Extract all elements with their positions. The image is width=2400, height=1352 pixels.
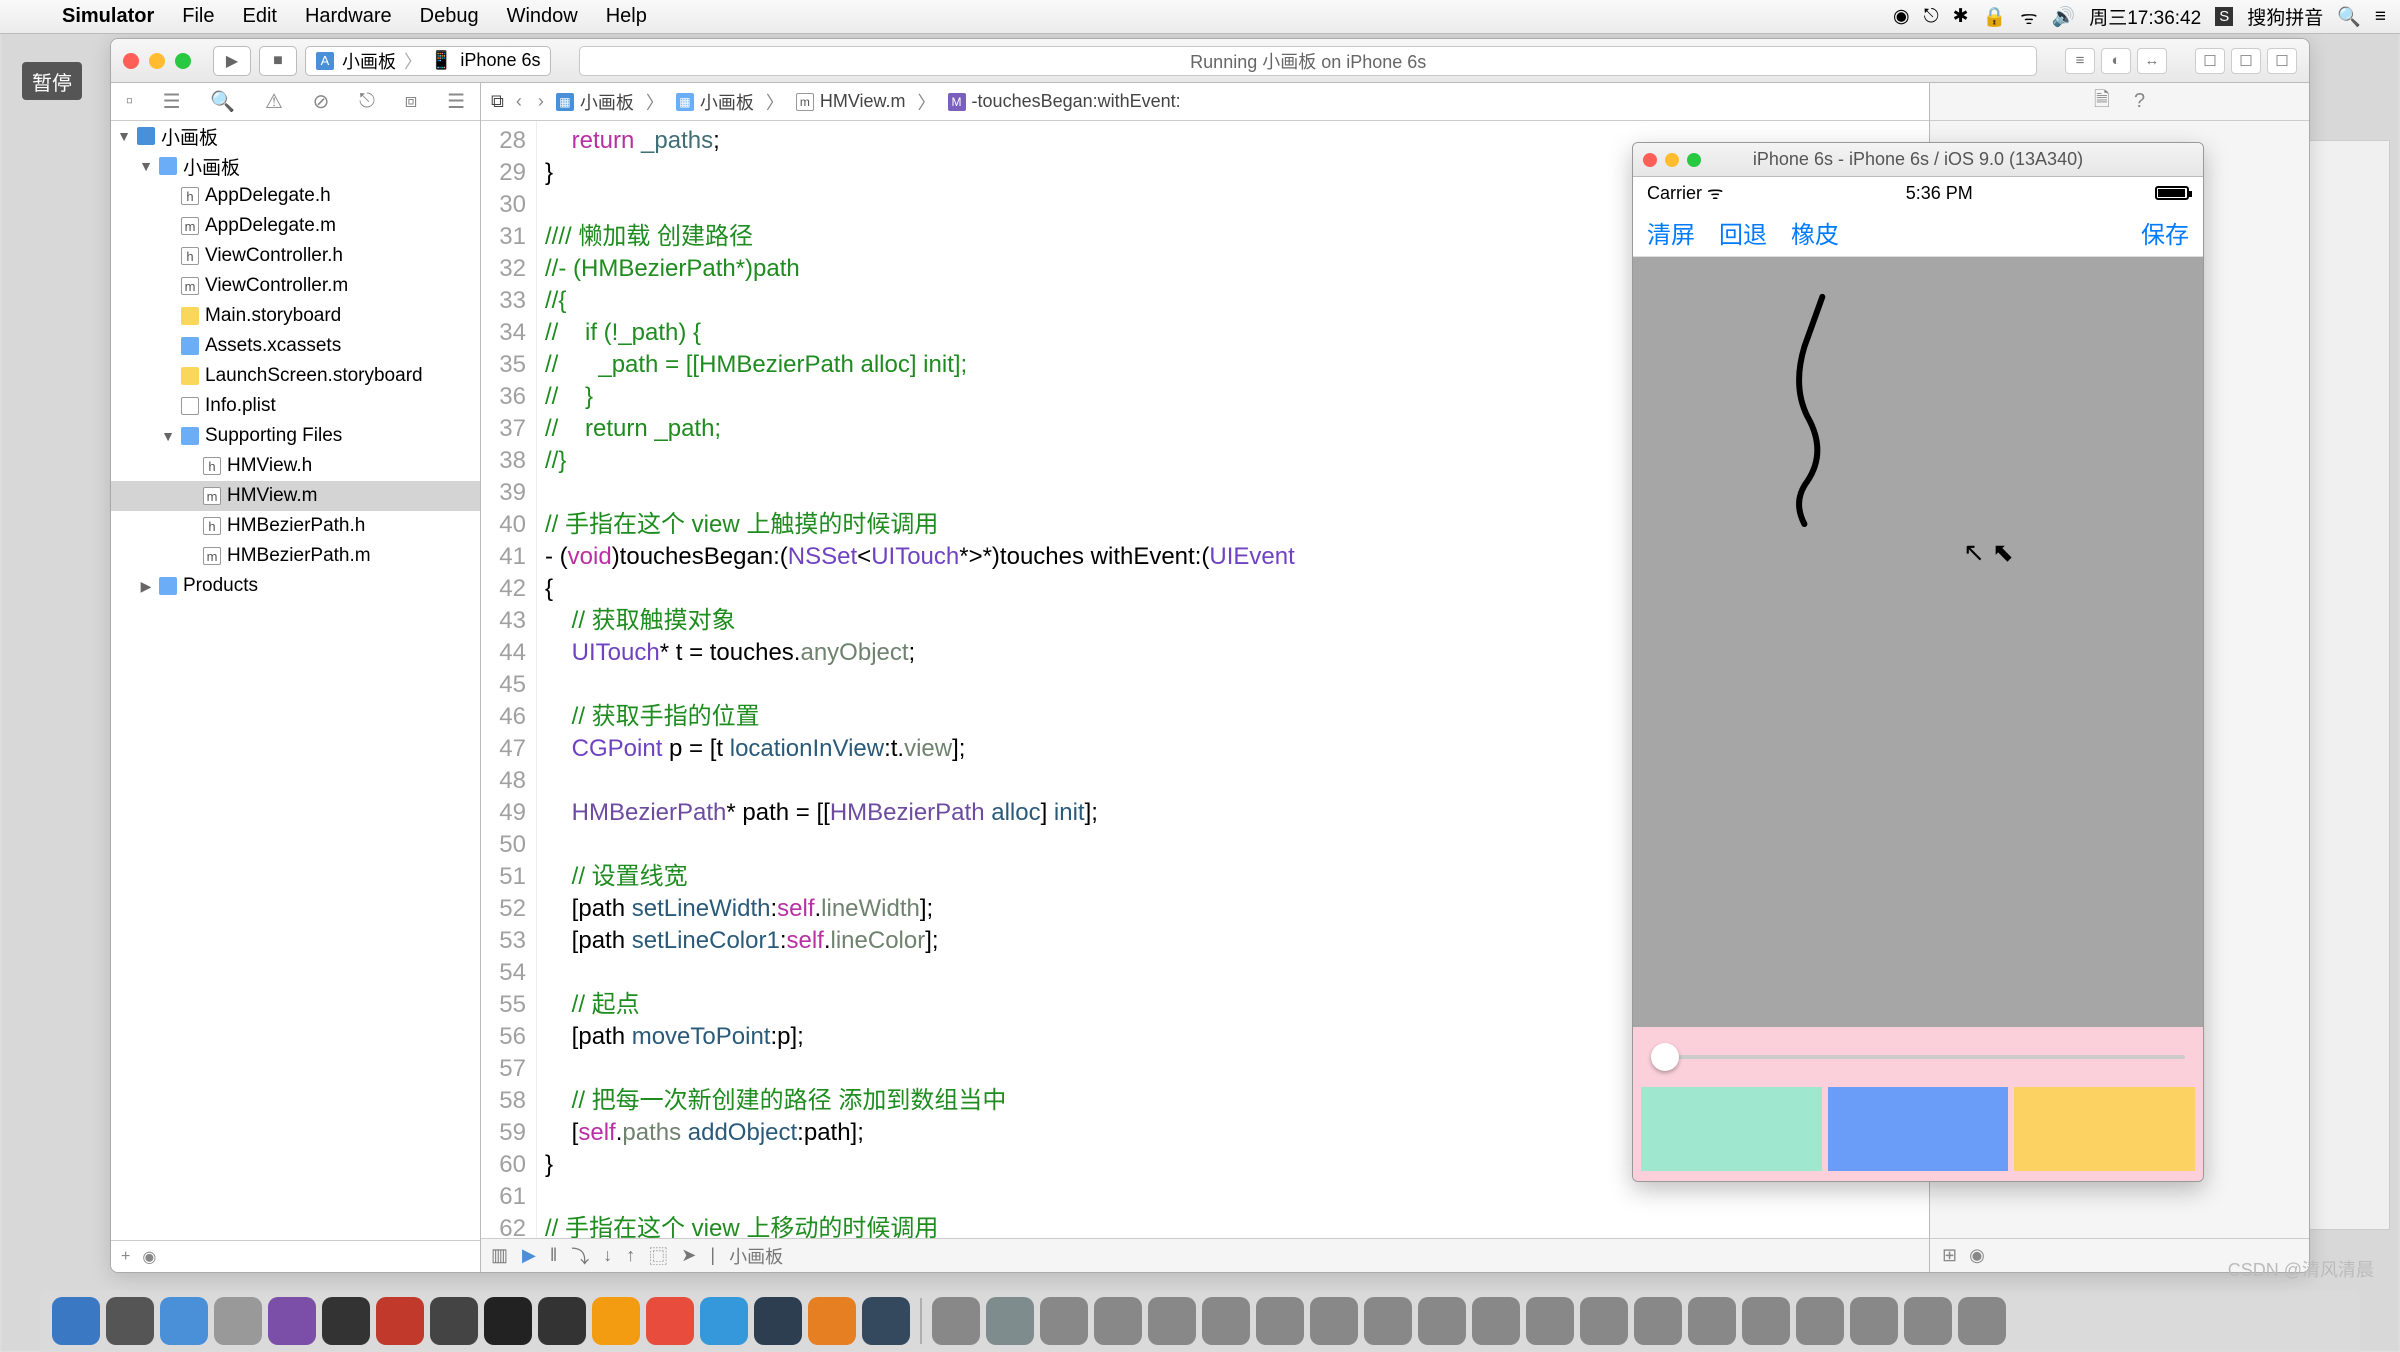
- menu-icon[interactable]: ≡: [2375, 6, 2386, 28]
- clear-button[interactable]: 清屏: [1647, 215, 1695, 250]
- drawing-canvas[interactable]: ↖ ⬉: [1633, 257, 2203, 1027]
- view-debug-icon: ⿴: [649, 1243, 667, 1269]
- editor-standard[interactable]: ≡: [2065, 48, 2095, 74]
- color-swatch-green[interactable]: [1641, 1087, 1822, 1171]
- project-nav-icon: ▫: [126, 90, 133, 113]
- library-icon[interactable]: ⊞: [1942, 1245, 1957, 1266]
- eraser-button[interactable]: 橡皮: [1791, 215, 1839, 250]
- add-icon[interactable]: +: [121, 1248, 130, 1266]
- help-inspector-icon[interactable]: ?: [2134, 90, 2145, 113]
- toggle-navigator[interactable]: ☐: [2195, 48, 2225, 74]
- menu-window[interactable]: Window: [493, 5, 592, 28]
- save-button[interactable]: 保存: [2141, 215, 2189, 250]
- step-out-icon: ↑: [626, 1245, 635, 1266]
- related-items-icon[interactable]: ⧉: [491, 91, 504, 112]
- activity-status: Running 小画板 on iPhone 6s: [579, 46, 2037, 76]
- watermark: CSDN @清风清晨: [2228, 1256, 2374, 1282]
- editor-assistant[interactable]: ◐: [2101, 48, 2131, 74]
- battery-icon: [2155, 186, 2189, 200]
- ios-statusbar: Carrier ᯤ 5:36 PM: [1633, 177, 2203, 209]
- status-time: 5:36 PM: [1906, 183, 1973, 204]
- navigator-panel: ▫☰🔍⚠⊘⎋⧈☰ ▼小画板▼小画板hAppDelegate.hmAppDeleg…: [111, 83, 481, 1272]
- menu-help[interactable]: Help: [592, 5, 661, 28]
- breakpoints-icon: ▶: [522, 1245, 536, 1266]
- ime-name[interactable]: 搜狗拼音: [2247, 3, 2323, 30]
- location-icon: ➤: [681, 1245, 696, 1266]
- file-inspector-icon[interactable]: 🗎: [2094, 85, 2110, 119]
- xcode-toolbar: ▶ ■ A小画板 〉 📱iPhone 6s Running 小画板 on iPh…: [111, 39, 2309, 83]
- menu-edit[interactable]: Edit: [228, 5, 290, 28]
- step-over-icon: ⤵: [571, 1243, 589, 1269]
- step-in-icon: ↓: [603, 1245, 612, 1266]
- menu-file[interactable]: File: [168, 5, 228, 28]
- menu-debug[interactable]: Debug: [406, 5, 493, 28]
- back-icon[interactable]: ‹: [512, 91, 526, 112]
- volume-icon[interactable]: 🔊: [2052, 5, 2076, 29]
- tools-panel: [1633, 1027, 2203, 1181]
- window-controls[interactable]: [123, 53, 191, 69]
- linewidth-slider[interactable]: [1651, 1055, 2185, 1059]
- mac-menubar: Simulator File Edit Hardware Debug Windo…: [0, 0, 2400, 34]
- ime-icon[interactable]: S: [2215, 7, 2233, 26]
- toggle-utilities[interactable]: ☐: [2267, 48, 2297, 74]
- color-swatch-blue[interactable]: [1828, 1087, 2009, 1171]
- continue-icon: ‖: [550, 1245, 557, 1266]
- color-swatch-yellow[interactable]: [2014, 1087, 2195, 1171]
- lock-icon[interactable]: 🔒: [1983, 5, 2007, 29]
- menubar-clock[interactable]: 周三17:36:42: [2089, 3, 2201, 30]
- line-gutter: 2829303132333435363738394041424344454647…: [481, 121, 537, 1238]
- pause-badge[interactable]: 暂停: [22, 62, 82, 100]
- bluetooth-icon[interactable]: ✱: [1953, 5, 1969, 28]
- app-navbar: 清屏 回退 橡皮 保存: [1633, 209, 2203, 257]
- undo-button[interactable]: 回退: [1719, 215, 1767, 250]
- forward-icon[interactable]: ›: [534, 91, 548, 112]
- wifi-icon: ᯤ: [1707, 183, 1723, 203]
- ios-simulator: iPhone 6s - iPhone 6s / iOS 9.0 (13A340)…: [1632, 142, 2204, 1182]
- wifi-icon[interactable]: ᯤ: [2020, 4, 2037, 30]
- navigator-tabs[interactable]: ▫☰🔍⚠⊘⎋⧈☰: [111, 83, 480, 121]
- search-icon[interactable]: 🔍: [2337, 5, 2361, 29]
- mac-dock[interactable]: [40, 1290, 2360, 1352]
- run-button[interactable]: ▶: [213, 46, 251, 76]
- toggle-debug[interactable]: ☐: [2231, 48, 2261, 74]
- simulator-titlebar[interactable]: iPhone 6s - iPhone 6s / iOS 9.0 (13A340): [1633, 143, 2203, 177]
- stop-button[interactable]: ■: [259, 46, 297, 76]
- library-target-icon[interactable]: ◉: [1969, 1245, 1985, 1266]
- hide-debug-icon: ▥: [491, 1245, 508, 1266]
- editor-version[interactable]: ↔: [2137, 48, 2167, 74]
- status-icon[interactable]: ◉: [1893, 5, 1910, 28]
- project-tree[interactable]: ▼小画板▼小画板hAppDelegate.hmAppDelegate.mhVie…: [111, 121, 480, 1240]
- debug-bar[interactable]: ▥ ▶ ‖ ⤵ ↓ ↑ ⿴ ➤ | 小画板: [481, 1238, 1929, 1272]
- status-icon[interactable]: ⎋: [1924, 6, 1939, 28]
- jump-bar[interactable]: ⧉ ‹ › ▦小画板 〉 ▦小画板 〉 mHMView.m 〉 M-touche…: [481, 83, 1929, 121]
- filter-icon[interactable]: ◉: [142, 1247, 156, 1267]
- cursor-icon: ↖ ⬉: [1963, 537, 2014, 568]
- app-name[interactable]: Simulator: [48, 5, 168, 28]
- scheme-selector[interactable]: A小画板 〉 📱iPhone 6s: [305, 46, 551, 76]
- menu-hardware[interactable]: Hardware: [291, 5, 406, 28]
